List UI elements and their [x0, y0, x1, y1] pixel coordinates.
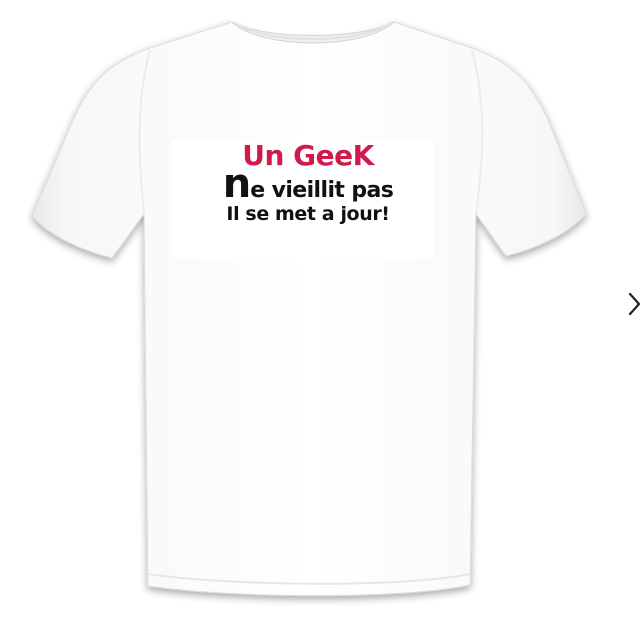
- tshirt-image: [31, 21, 587, 597]
- next-image-button[interactable]: [624, 290, 644, 318]
- slogan-big-n: n: [222, 161, 252, 207]
- chevron-right-icon: [628, 292, 641, 316]
- slogan-line-2-text: e vieillit pas: [250, 178, 394, 203]
- tshirt-body: [31, 21, 587, 597]
- slogan-line-2: ne vieillit pas: [188, 164, 428, 204]
- product-gallery: Un GeeK ne vieillit pas Il se met a jour…: [0, 0, 644, 617]
- slogan-line-3: Il se met a jour!: [226, 203, 390, 225]
- shirt-slogan: Un GeeK ne vieillit pas Il se met a jour…: [188, 142, 428, 224]
